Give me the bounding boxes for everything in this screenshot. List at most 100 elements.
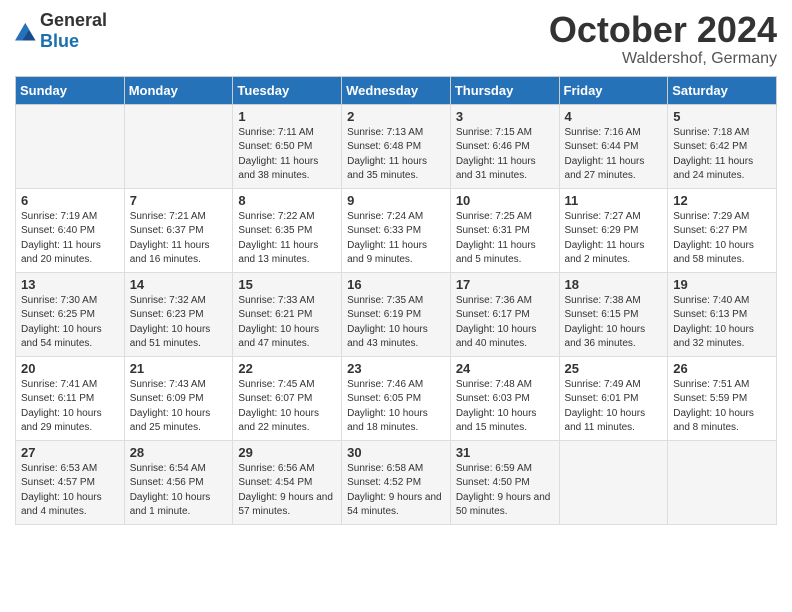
day-number: 7 [130, 193, 228, 208]
day-number: 22 [238, 361, 336, 376]
logo-blue: Blue [40, 31, 79, 51]
day-info: Sunrise: 7:13 AM Sunset: 6:48 PM Dayligh… [347, 126, 445, 184]
day-info: Sunrise: 7:19 AM Sunset: 6:40 PM Dayligh… [21, 210, 119, 268]
day-number: 29 [238, 445, 336, 460]
calendar-cell: 2Sunrise: 7:13 AM Sunset: 6:48 PM Daylig… [342, 104, 451, 188]
day-number: 12 [673, 193, 771, 208]
day-number: 24 [456, 361, 554, 376]
calendar-cell: 30 Sunrise: 6:58 AM Sunset: 4:52 PM Dayli… [342, 440, 451, 524]
calendar-week-row: 13Sunrise: 7:30 AM Sunset: 6:25 PM Dayli… [16, 272, 777, 356]
day-number: 3 [456, 109, 554, 124]
calendar-cell: 16 Sunrise: 7:35 AM Sunset: 6:19 PM Dayli… [342, 272, 451, 356]
weekday-header-thursday: Thursday [450, 76, 559, 104]
calendar-cell: 27 Sunrise: 6:53 AM Sunset: 4:57 PM Dayli… [16, 440, 125, 524]
calendar-cell: 31Sunrise: 6:59 AM Sunset: 4:50 PM Dayli… [450, 440, 559, 524]
day-info: Sunrise: 7:27 AM Sunset: 6:29 PM Dayligh… [565, 210, 663, 268]
day-number: 26 [673, 361, 771, 376]
calendar-cell [16, 104, 125, 188]
day-info: Sunrise: 7:32 AM Sunset: 6:23 PM Dayligh… [130, 294, 228, 352]
day-number: 8 [238, 193, 336, 208]
calendar-cell: 26 Sunrise: 7:51 AM Sunset: 5:59 PM Dayli… [668, 356, 777, 440]
header: General Blue October 2024 Waldershof, Ge… [15, 10, 777, 68]
calendar-cell [124, 104, 233, 188]
calendar-cell: 23 Sunrise: 7:46 AM Sunset: 6:05 PM Dayli… [342, 356, 451, 440]
day-number: 13 [21, 277, 119, 292]
day-info: Sunrise: 7:41 AM Sunset: 6:11 PM Dayligh… [21, 378, 119, 436]
calendar-cell: 1Sunrise: 7:11 AM Sunset: 6:50 PM Daylig… [233, 104, 342, 188]
weekday-header-sunday: Sunday [16, 76, 125, 104]
day-info: Sunrise: 7:21 AM Sunset: 6:37 PM Dayligh… [130, 210, 228, 268]
logo: General Blue [15, 10, 107, 52]
day-info: Sunrise: 7:18 AM Sunset: 6:42 PM Dayligh… [673, 126, 771, 184]
calendar-cell: 6Sunrise: 7:19 AM Sunset: 6:40 PM Daylig… [16, 188, 125, 272]
day-info: Sunrise: 7:36 AM Sunset: 6:17 PM Dayligh… [456, 294, 554, 352]
day-info: Sunrise: 6:53 AM Sunset: 4:57 PM Dayligh… [21, 462, 119, 520]
day-number: 23 [347, 361, 445, 376]
day-number: 4 [565, 109, 663, 124]
day-info: Sunrise: 7:45 AM Sunset: 6:07 PM Dayligh… [238, 378, 336, 436]
logo-icon [15, 20, 37, 42]
title-area: October 2024 Waldershof, Germany [549, 10, 777, 68]
calendar-cell: 14 Sunrise: 7:32 AM Sunset: 6:23 PM Dayli… [124, 272, 233, 356]
day-number: 25 [565, 361, 663, 376]
calendar-cell: 19Sunrise: 7:40 AM Sunset: 6:13 PM Dayli… [668, 272, 777, 356]
calendar-cell: 17Sunrise: 7:36 AM Sunset: 6:17 PM Dayli… [450, 272, 559, 356]
day-number: 27 [21, 445, 119, 460]
day-info: Sunrise: 7:25 AM Sunset: 6:31 PM Dayligh… [456, 210, 554, 268]
day-info: Sunrise: 7:33 AM Sunset: 6:21 PM Dayligh… [238, 294, 336, 352]
calendar-cell: 3 Sunrise: 7:15 AM Sunset: 6:46 PM Daylig… [450, 104, 559, 188]
day-info: Sunrise: 6:58 AM Sunset: 4:52 PM Dayligh… [347, 462, 445, 520]
weekday-header-saturday: Saturday [668, 76, 777, 104]
calendar-cell [668, 440, 777, 524]
day-number: 11 [565, 193, 663, 208]
calendar-cell: 25 Sunrise: 7:49 AM Sunset: 6:01 PM Dayli… [559, 356, 668, 440]
day-number: 10 [456, 193, 554, 208]
day-number: 19 [673, 277, 771, 292]
weekday-header-row: SundayMondayTuesdayWednesdayThursdayFrid… [16, 76, 777, 104]
day-info: Sunrise: 7:43 AM Sunset: 6:09 PM Dayligh… [130, 378, 228, 436]
calendar-week-row: 1Sunrise: 7:11 AM Sunset: 6:50 PM Daylig… [16, 104, 777, 188]
day-number: 16 [347, 277, 445, 292]
day-info: Sunrise: 7:29 AM Sunset: 6:27 PM Dayligh… [673, 210, 771, 268]
calendar-cell: 20Sunrise: 7:41 AM Sunset: 6:11 PM Dayli… [16, 356, 125, 440]
day-info: Sunrise: 7:46 AM Sunset: 6:05 PM Dayligh… [347, 378, 445, 436]
calendar-cell: 12 Sunrise: 7:29 AM Sunset: 6:27 PM Dayli… [668, 188, 777, 272]
calendar-cell: 18 Sunrise: 7:38 AM Sunset: 6:15 PM Dayli… [559, 272, 668, 356]
day-info: Sunrise: 6:54 AM Sunset: 4:56 PM Dayligh… [130, 462, 228, 520]
calendar-cell: 13Sunrise: 7:30 AM Sunset: 6:25 PM Dayli… [16, 272, 125, 356]
day-info: Sunrise: 7:51 AM Sunset: 5:59 PM Dayligh… [673, 378, 771, 436]
weekday-header-monday: Monday [124, 76, 233, 104]
calendar-cell [559, 440, 668, 524]
day-info: Sunrise: 7:22 AM Sunset: 6:35 PM Dayligh… [238, 210, 336, 268]
day-number: 28 [130, 445, 228, 460]
calendar-cell: 21 Sunrise: 7:43 AM Sunset: 6:09 PM Dayli… [124, 356, 233, 440]
weekday-header-wednesday: Wednesday [342, 76, 451, 104]
day-number: 30 [347, 445, 445, 460]
day-info: Sunrise: 7:35 AM Sunset: 6:19 PM Dayligh… [347, 294, 445, 352]
calendar-cell: 10 Sunrise: 7:25 AM Sunset: 6:31 PM Dayli… [450, 188, 559, 272]
day-info: Sunrise: 6:56 AM Sunset: 4:54 PM Dayligh… [238, 462, 336, 520]
calendar-week-row: 20Sunrise: 7:41 AM Sunset: 6:11 PM Dayli… [16, 356, 777, 440]
calendar-table: SundayMondayTuesdayWednesdayThursdayFrid… [15, 76, 777, 525]
day-number: 14 [130, 277, 228, 292]
day-number: 9 [347, 193, 445, 208]
day-info: Sunrise: 7:48 AM Sunset: 6:03 PM Dayligh… [456, 378, 554, 436]
day-number: 1 [238, 109, 336, 124]
month-title: October 2024 [549, 10, 777, 50]
weekday-header-friday: Friday [559, 76, 668, 104]
day-info: Sunrise: 7:15 AM Sunset: 6:46 PM Dayligh… [456, 126, 554, 184]
location-title: Waldershof, Germany [549, 50, 777, 68]
calendar-cell: 4 Sunrise: 7:16 AM Sunset: 6:44 PM Daylig… [559, 104, 668, 188]
calendar-cell: 9 Sunrise: 7:24 AM Sunset: 6:33 PM Daylig… [342, 188, 451, 272]
day-info: Sunrise: 7:38 AM Sunset: 6:15 PM Dayligh… [565, 294, 663, 352]
calendar-cell: 28 Sunrise: 6:54 AM Sunset: 4:56 PM Dayli… [124, 440, 233, 524]
day-info: Sunrise: 7:49 AM Sunset: 6:01 PM Dayligh… [565, 378, 663, 436]
day-number: 31 [456, 445, 554, 460]
day-info: Sunrise: 7:16 AM Sunset: 6:44 PM Dayligh… [565, 126, 663, 184]
day-number: 18 [565, 277, 663, 292]
day-number: 21 [130, 361, 228, 376]
calendar-week-row: 6Sunrise: 7:19 AM Sunset: 6:40 PM Daylig… [16, 188, 777, 272]
logo-general: General [40, 10, 107, 30]
calendar-cell: 7 Sunrise: 7:21 AM Sunset: 6:37 PM Daylig… [124, 188, 233, 272]
day-info: Sunrise: 7:24 AM Sunset: 6:33 PM Dayligh… [347, 210, 445, 268]
